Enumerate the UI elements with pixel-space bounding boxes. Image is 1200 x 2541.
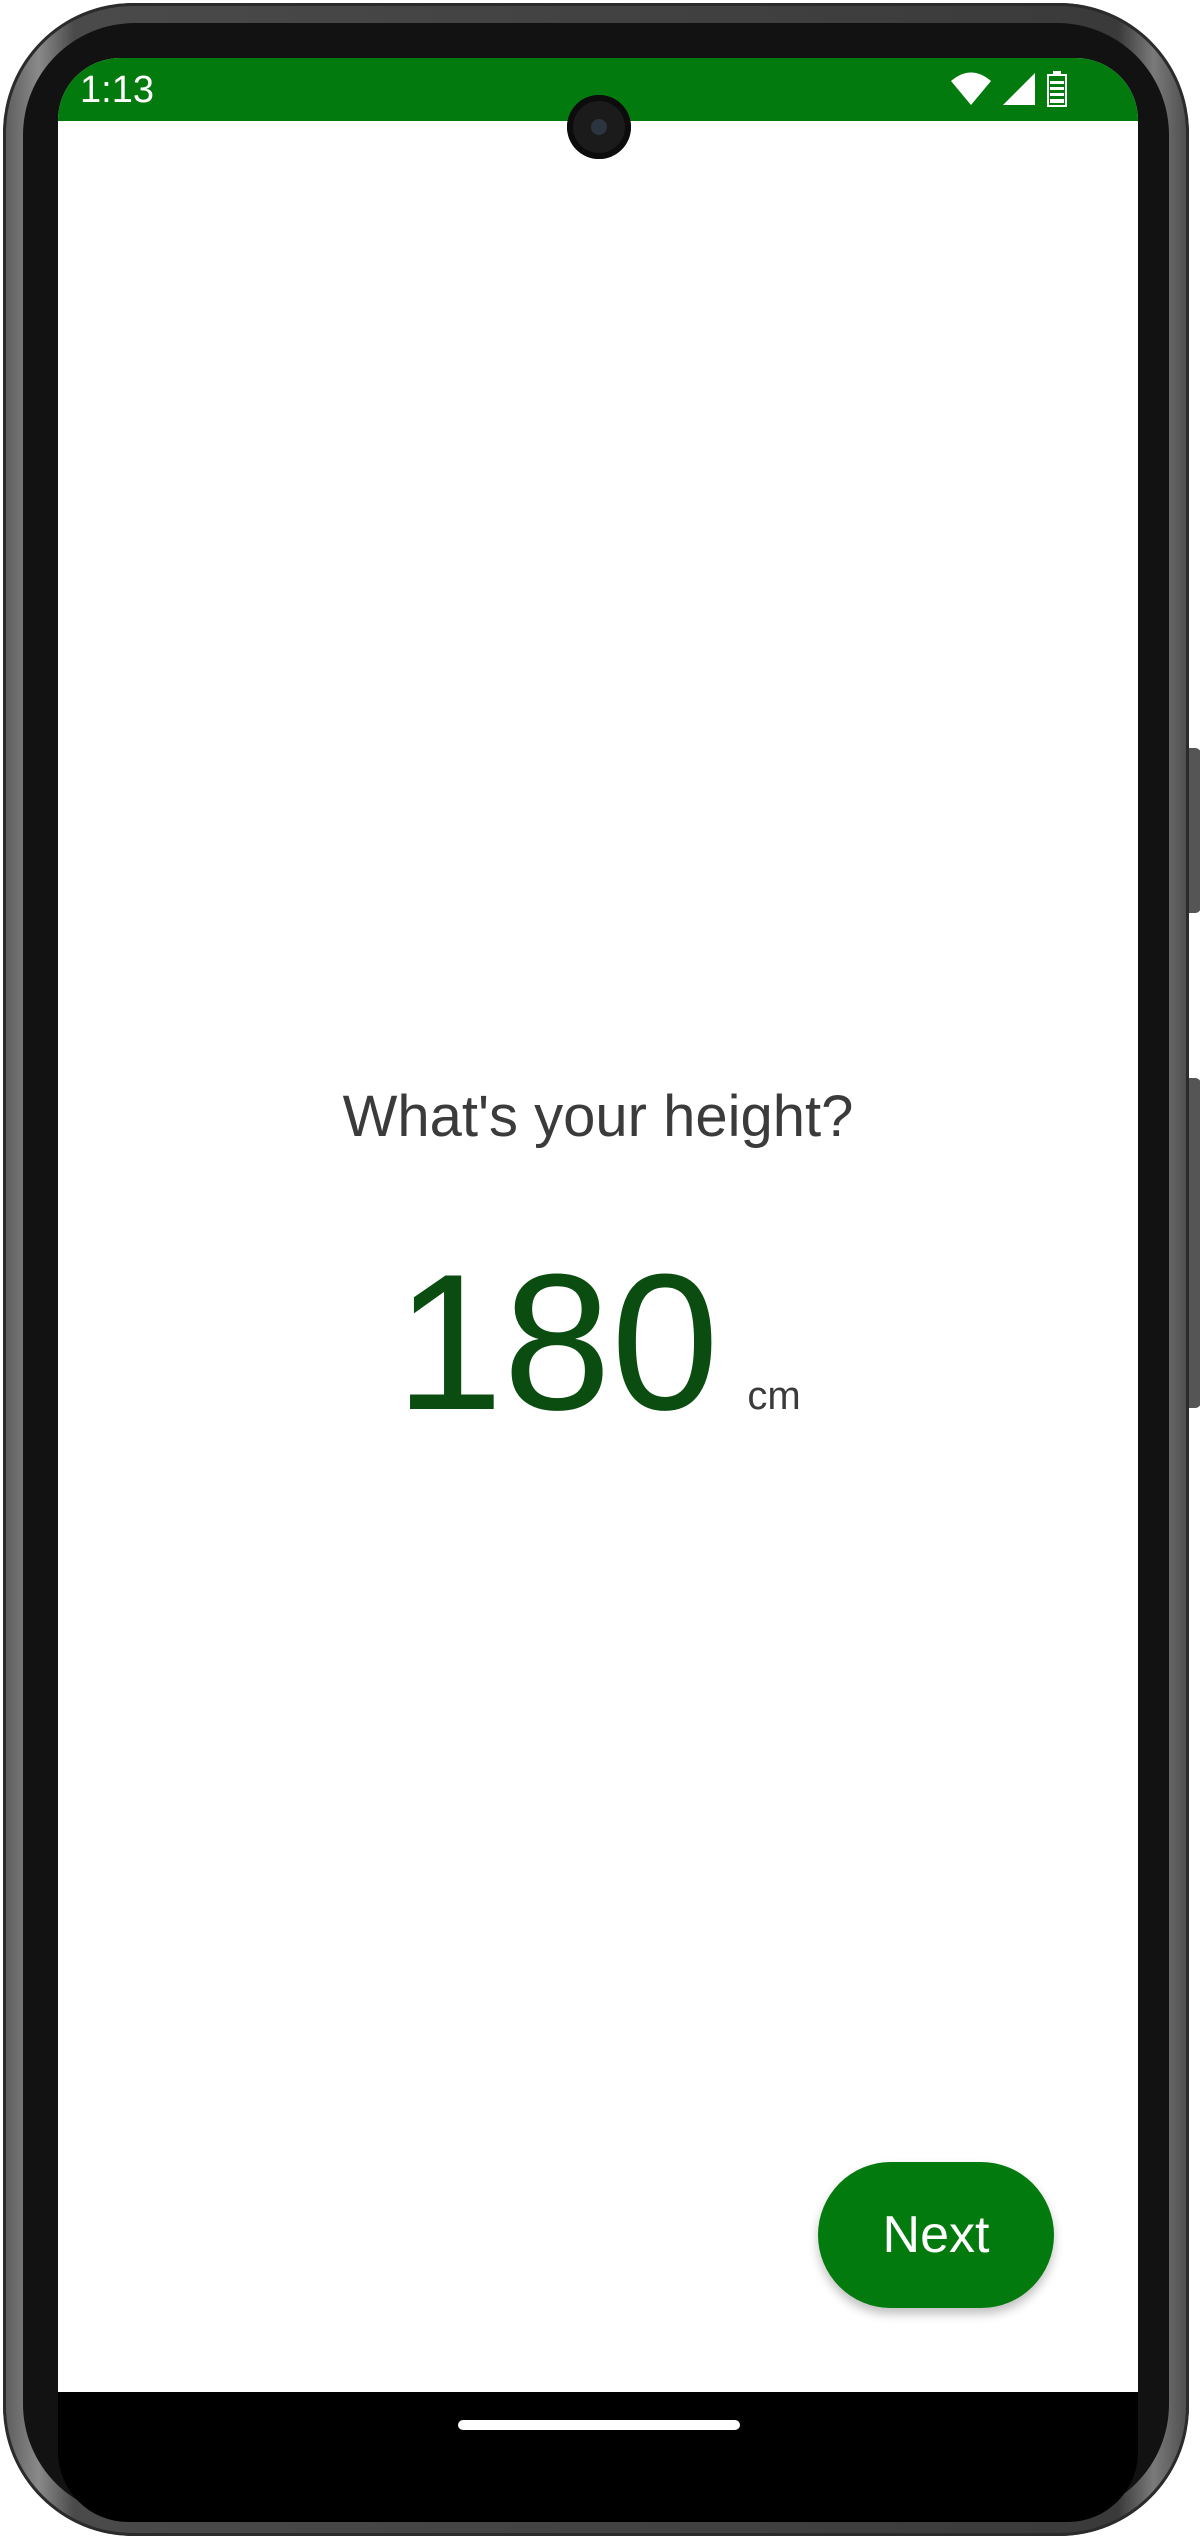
next-button[interactable]: Next: [818, 2162, 1054, 2308]
wifi-icon: [950, 72, 992, 106]
home-indicator[interactable]: [458, 2420, 740, 2430]
phone-bottom-bezel: [58, 2452, 1138, 2522]
status-icons: [950, 70, 1068, 108]
height-question: What's your height?: [342, 1084, 854, 1149]
app-screen: 1:13 What's your height? 180 cm Next: [58, 58, 1138, 2398]
power-button: [1189, 748, 1200, 913]
battery-icon: [1046, 71, 1068, 107]
front-camera: [567, 95, 631, 159]
height-unit-label: cm: [747, 1374, 801, 1418]
height-value[interactable]: 180: [395, 1238, 719, 1448]
status-time: 1:13: [80, 69, 154, 111]
device-screenshot: 1:13 What's your height? 180 cm Next: [0, 0, 1200, 2541]
height-picker[interactable]: 180 cm: [58, 1238, 1138, 1448]
volume-button: [1189, 1078, 1200, 1408]
cellular-signal-icon: [1002, 72, 1036, 106]
